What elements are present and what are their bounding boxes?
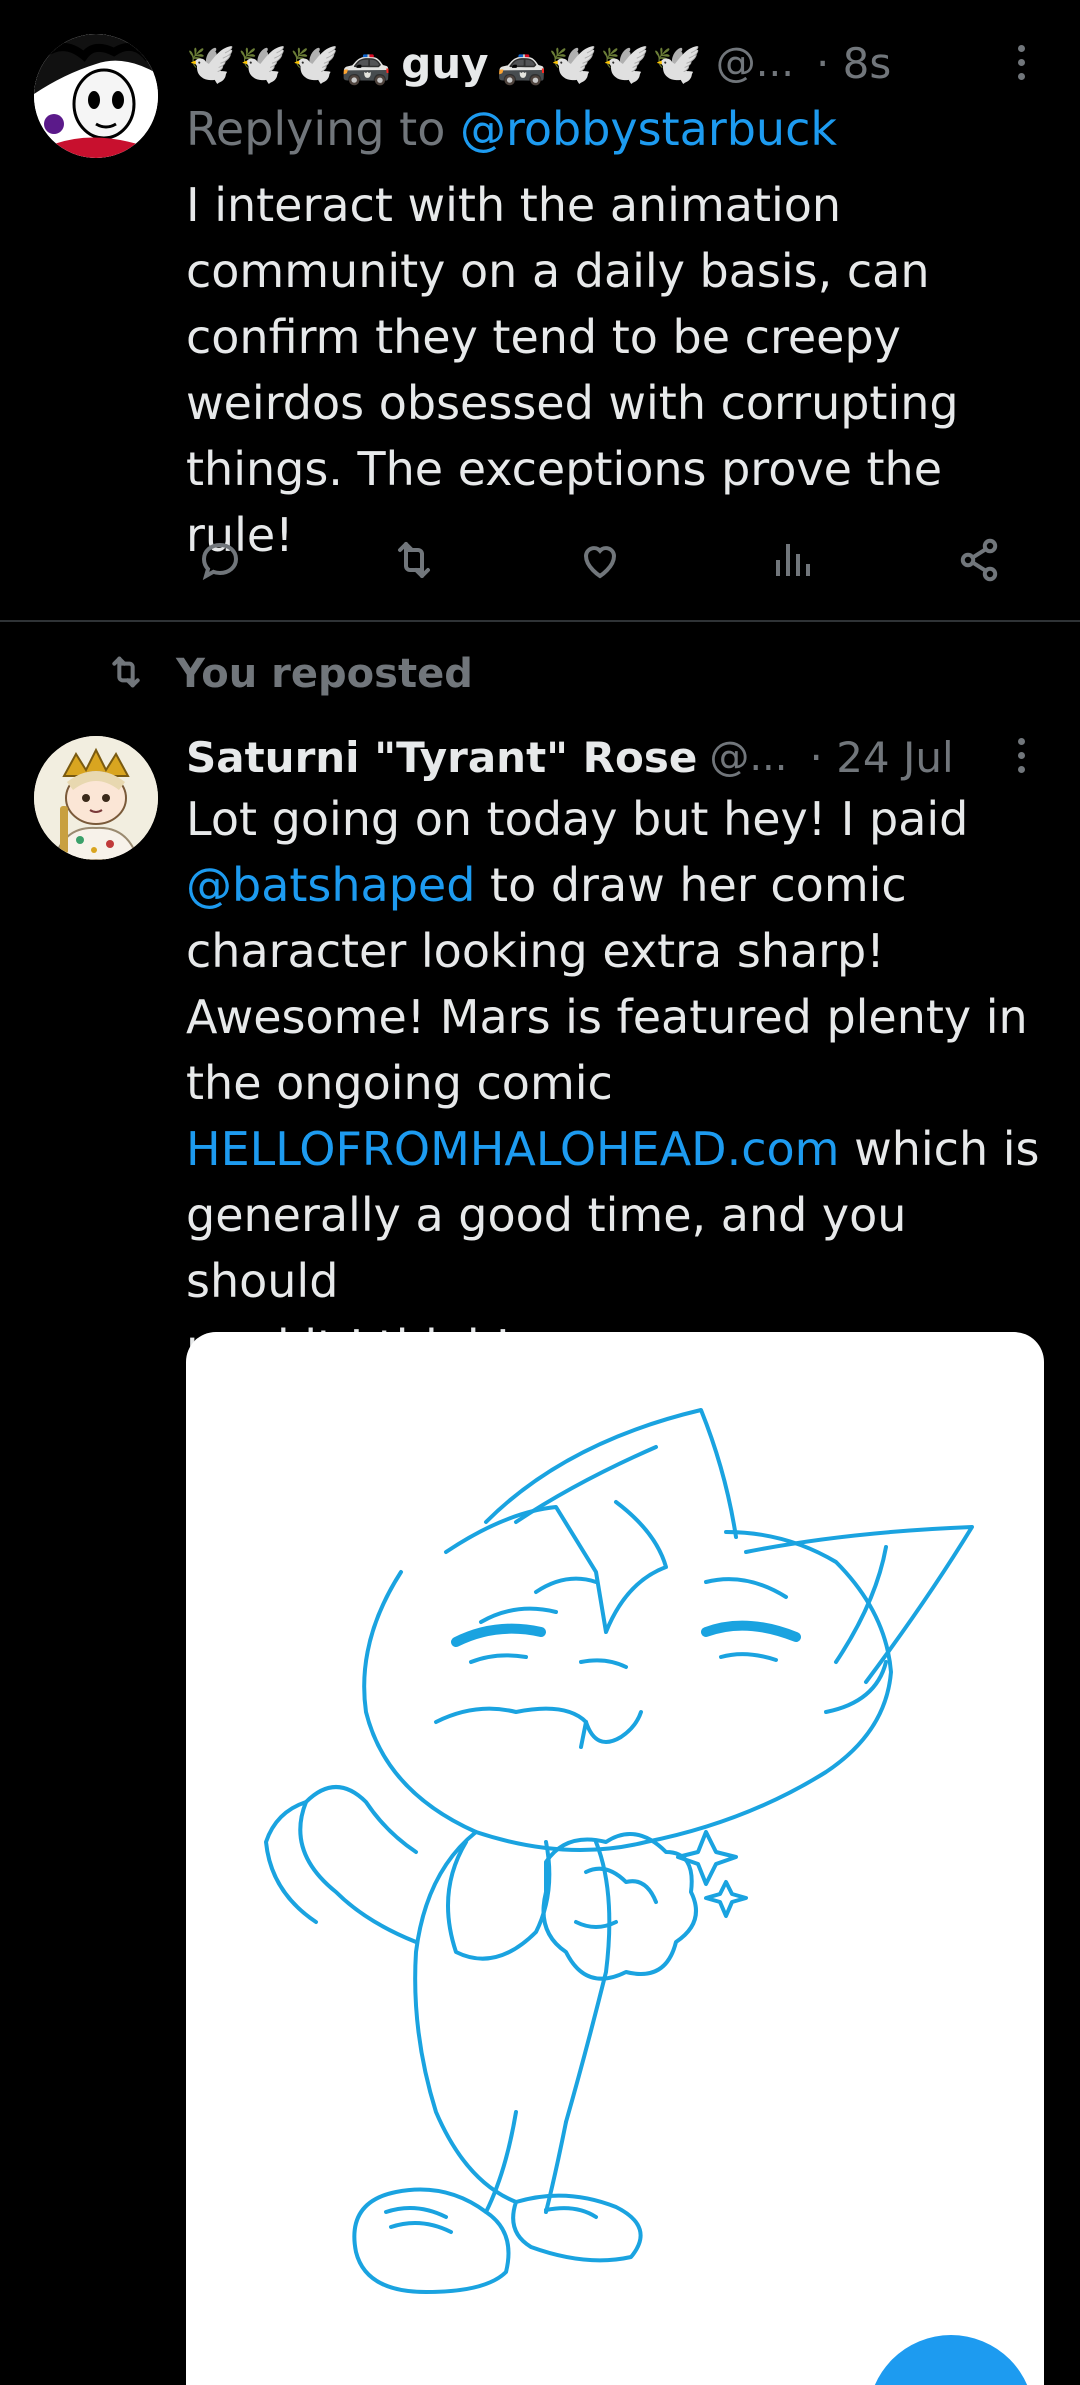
cat-character-drawing [264,1408,974,2294]
mention-link[interactable]: @batshaped [186,858,475,912]
avatar-image [34,34,158,158]
media-image[interactable] [186,1332,1044,2385]
share-icon[interactable] [950,528,1010,592]
avatar[interactable] [34,34,158,158]
more-options-icon[interactable] [1006,727,1036,783]
handle[interactable]: @... [716,40,794,86]
url-link[interactable]: HELLOFROMHALOHEAD.com [186,1122,839,1176]
tweet-text-part1: Lot going on today but hey! I paid [186,792,969,846]
replying-handle-link[interactable]: @robbystarbuck [460,102,837,156]
tweet-text: Lot going on today but hey! I paid @bats… [186,786,1066,1380]
display-name[interactable]: guy [401,39,488,88]
tweet-reply[interactable]: 🕊️🕊️🕊️🚓 guy 🚓🕊️🕊️🕊️ @... · 8s Replying t… [0,0,1080,620]
action-bar [186,528,1016,592]
tweet-header: Saturni "Tyrant" Rose @... · 24 Jul [186,724,1036,790]
like-icon[interactable] [570,528,630,592]
name-emoji-prefix: 🕊️🕊️🕊️🚓 [186,40,394,87]
timestamp[interactable]: · 8s [816,39,891,88]
repost-label: You reposted [176,651,473,697]
timeline: 🕊️🕊️🕊️🚓 guy 🚓🕊️🕊️🕊️ @... · 8s Replying t… [0,0,1080,2385]
timestamp[interactable]: · 24 Jul [810,733,954,782]
repost-icon[interactable] [384,528,444,592]
display-name[interactable]: Saturni "Tyrant" Rose [186,733,697,782]
tweet-text: I interact with the animation community … [186,178,959,562]
tweet-divider [0,620,1080,622]
more-options-icon[interactable] [1006,34,1036,90]
avatar-image [34,736,158,860]
tweet-header: 🕊️🕊️🕊️🚓 guy 🚓🕊️🕊️🕊️ @... · 8s [186,30,1036,96]
handle[interactable]: @... [709,734,787,780]
replying-prefix: Replying to [186,102,460,156]
name-emoji-suffix: 🚓🕊️🕊️🕊️ [496,40,704,87]
repost-icon [104,652,148,696]
replying-to: Replying to @robbystarbuck [186,102,837,156]
repost-banner: You reposted [104,644,473,704]
views-icon[interactable] [762,528,822,592]
avatar[interactable] [34,736,158,860]
reply-icon[interactable] [190,528,250,592]
